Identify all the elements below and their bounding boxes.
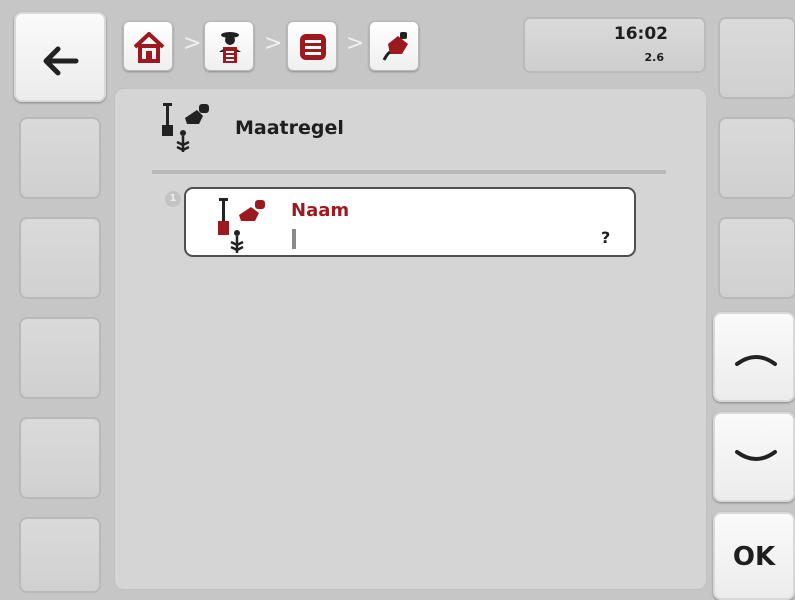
spray-measure-icon (382, 32, 408, 61)
ok-label: OK (732, 542, 776, 572)
time-display: 16:02 (613, 24, 668, 44)
name-field[interactable]: Naam ? (184, 187, 636, 257)
clock-display: 16:02 2.6 (523, 17, 706, 73)
breadcrumb-home[interactable] (123, 21, 173, 71)
left-softkey-3[interactable] (19, 217, 101, 299)
left-softkey-4[interactable] (19, 317, 101, 399)
chevron-up-icon (735, 355, 777, 366)
version-display: 2.6 (644, 51, 665, 64)
chevron-down-icon (735, 450, 777, 461)
breadcrumb-user-info[interactable] (204, 21, 254, 71)
page-title: Maatregel (235, 117, 344, 139)
field-label: Naam (291, 200, 350, 221)
main-panel (114, 88, 707, 590)
breadcrumb-measure[interactable] (369, 21, 419, 71)
text-cursor (292, 229, 296, 249)
breadcrumb-separator: > (264, 31, 283, 56)
spray-measure-icon (162, 103, 209, 152)
spray-measure-icon (218, 198, 265, 253)
field-index-badge: 1 (165, 191, 181, 207)
home-icon (133, 32, 165, 63)
scroll-up-button[interactable] (713, 312, 795, 402)
arrow-left-icon (43, 46, 79, 76)
user-info-icon (219, 32, 241, 63)
right-softkey-1[interactable] (718, 17, 795, 99)
field-status: ? (601, 228, 611, 247)
divider (152, 170, 666, 174)
scroll-down-button[interactable] (713, 412, 795, 502)
right-softkey-3[interactable] (718, 217, 795, 299)
breadcrumb-separator: > (183, 31, 202, 56)
ok-button[interactable]: OK (713, 512, 795, 600)
left-softkey-2[interactable] (19, 117, 101, 199)
breadcrumb-list[interactable] (287, 21, 337, 71)
left-softkey-6[interactable] (19, 517, 101, 593)
back-button[interactable] (14, 12, 106, 102)
right-softkey-2[interactable] (718, 117, 795, 199)
breadcrumb-separator: > (346, 31, 365, 56)
left-softkey-5[interactable] (19, 417, 101, 499)
list-icon (300, 34, 326, 60)
